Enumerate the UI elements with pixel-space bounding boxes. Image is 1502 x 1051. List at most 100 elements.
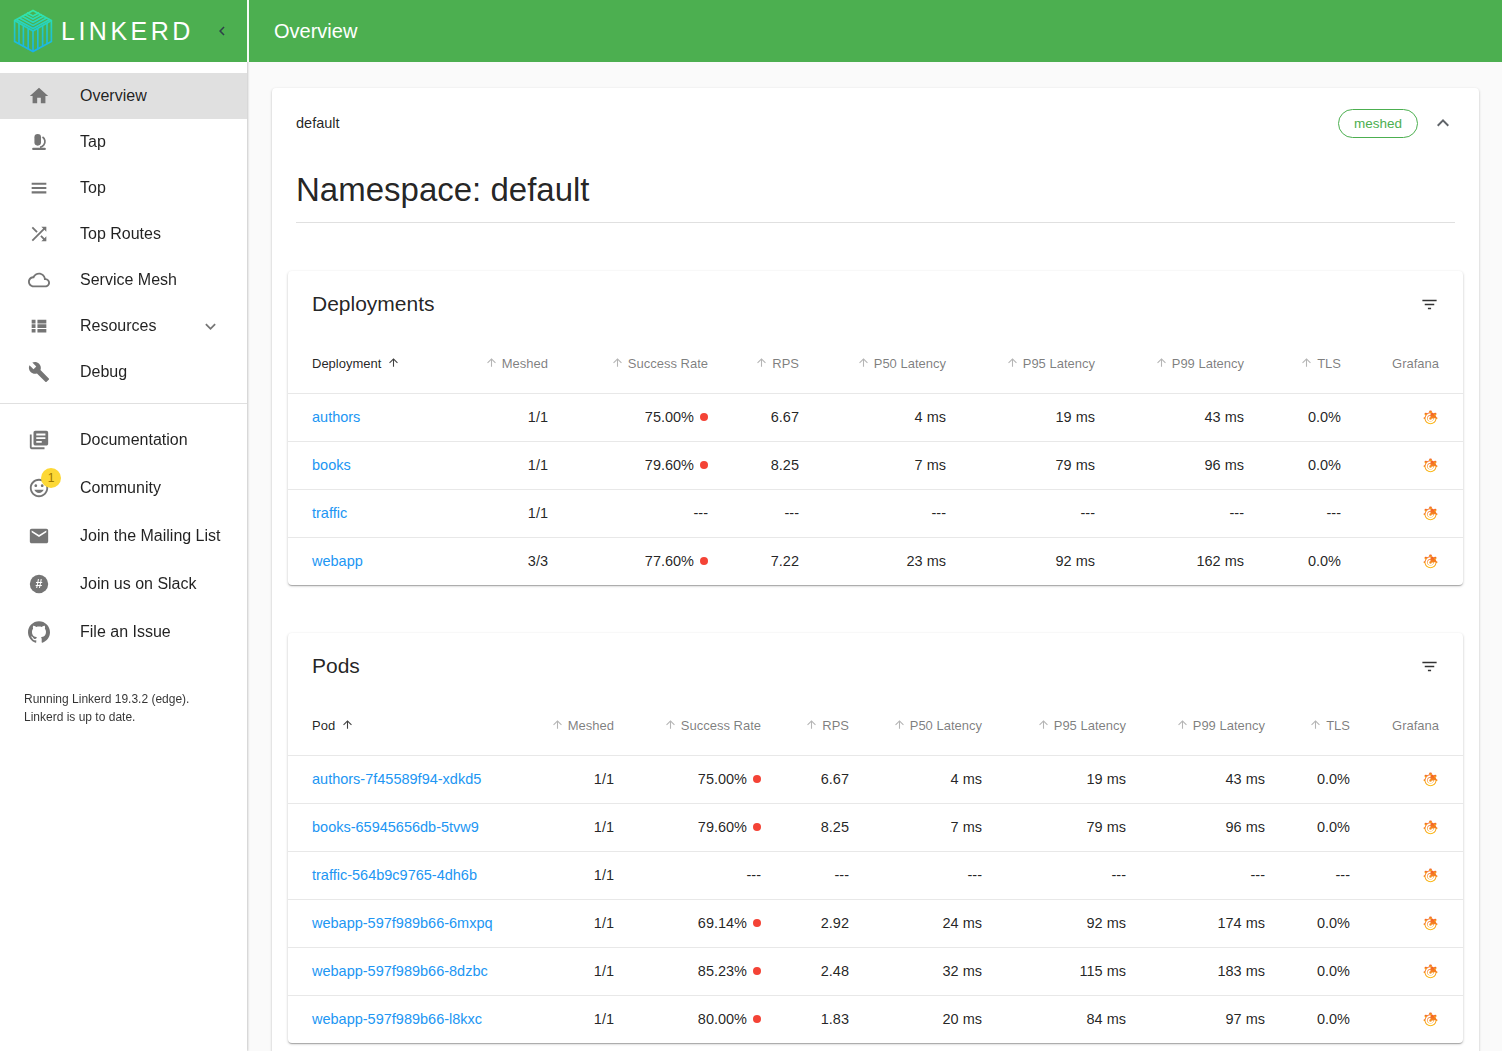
grafana-link-icon[interactable] [1422,818,1439,834]
chevron-down-icon[interactable] [200,316,221,337]
sidebar-item-overview[interactable]: Overview [0,73,247,119]
resource-name-cell: webapp-597f989b66-l8kxc [288,995,514,1043]
sort-arrow-icon [1037,718,1050,734]
sidebar-item-debug[interactable]: Debug [0,349,247,395]
sidebar-item-community[interactable]: 1Community [0,464,247,512]
meshed-cell: 1/1 [514,755,614,803]
sidebar-item-label: Debug [80,363,127,381]
success-rate-cell: 79.60% [548,441,708,489]
pods-card-header: Pods [288,633,1463,707]
status-dot [700,461,708,469]
appbar: Overview [247,0,1502,62]
p50-cell: 20 ms [849,995,982,1043]
p50-cell: 7 ms [799,441,946,489]
rps-cell: 1.83 [761,995,849,1043]
column-header-tls[interactable]: TLS [1265,707,1350,755]
sort-arrow-icon [551,718,564,734]
column-header-p99-latency[interactable]: P99 Latency [1095,345,1244,393]
pods-title: Pods [312,653,1420,679]
status-dot [753,1015,761,1023]
grafana-link-icon[interactable] [1422,1010,1439,1026]
meshed-cell: 1/1 [514,851,614,899]
p50-cell: 4 ms [799,393,946,441]
column-header-p95-latency[interactable]: P95 Latency [982,707,1126,755]
grafana-cell [1341,489,1463,537]
meshed-cell: 1/1 [514,803,614,851]
deployments-card: DeploymentsDeploymentMeshedSuccess RateR… [288,271,1463,585]
sort-arrow-icon [341,718,354,734]
column-header-p50-latency[interactable]: P50 Latency [799,345,946,393]
sidebar-collapse-icon[interactable] [213,22,231,40]
resource-name-cell: webapp [288,537,448,585]
home-icon [27,84,51,108]
sidebar-item-top[interactable]: Top [0,165,247,211]
column-header-meshed[interactable]: Meshed [514,707,614,755]
column-header-p95-latency[interactable]: P95 Latency [946,345,1095,393]
column-header-meshed[interactable]: Meshed [448,345,548,393]
p95-cell: 115 ms [982,947,1126,995]
sort-arrow-icon [387,356,400,372]
column-header-tls[interactable]: TLS [1244,345,1341,393]
grafana-link-icon[interactable] [1422,408,1439,424]
sidebar-item-documentation[interactable]: Documentation [0,416,247,464]
grafana-link-icon[interactable] [1422,552,1439,568]
success-rate-cell: 85.23% [614,947,761,995]
resource-link[interactable]: authors [312,409,360,425]
resource-link[interactable]: webapp-597f989b66-6mxpq [312,915,493,931]
resource-link[interactable]: webapp-597f989b66-8dzbc [312,963,488,979]
p95-cell: --- [982,851,1126,899]
resource-link[interactable]: books [312,457,351,473]
resource-name-cell: traffic [288,489,448,537]
collapse-namespace-icon[interactable] [1431,111,1455,135]
p99-cell: 43 ms [1095,393,1244,441]
sidebar-item-file-an-issue[interactable]: File an Issue [0,608,247,656]
p50-cell: --- [849,851,982,899]
column-header-deployment[interactable]: Deployment [288,345,448,393]
grafana-cell [1350,755,1463,803]
sidebar-item-tap[interactable]: Tap [0,119,247,165]
resource-link[interactable]: books-65945656db-5tvw9 [312,819,479,835]
namespace-divider [296,222,1455,223]
resource-link[interactable]: traffic-564b9c9765-4dh6b [312,867,477,883]
table-row: books-65945656db-5tvw91/179.60%8.257 ms7… [288,803,1463,851]
p50-cell: 4 ms [849,755,982,803]
table-row: webapp-597f989b66-l8kxc1/180.00%1.8320 m… [288,995,1463,1043]
column-header-grafana[interactable]: Grafana [1350,707,1463,755]
logo-text: LINKERD [61,17,213,46]
column-header-pod[interactable]: Pod [288,707,514,755]
sidebar-item-join-the-mailing-list[interactable]: Join the Mailing List [0,512,247,560]
column-header-rps[interactable]: RPS [761,707,849,755]
sidebar-item-top-routes[interactable]: Top Routes [0,211,247,257]
column-header-success-rate[interactable]: Success Rate [548,345,708,393]
grafana-link-icon[interactable] [1422,914,1439,930]
success-rate-cell: --- [614,851,761,899]
grafana-cell [1350,803,1463,851]
sidebar-item-service-mesh[interactable]: Service Mesh [0,257,247,303]
grafana-link-icon[interactable] [1422,456,1439,472]
grafana-link-icon[interactable] [1422,770,1439,786]
column-header-grafana[interactable]: Grafana [1341,345,1463,393]
resource-name-cell: books [288,441,448,489]
p99-cell: --- [1095,489,1244,537]
resource-link[interactable]: authors-7f45589f94-xdkd5 [312,771,481,787]
column-header-success-rate[interactable]: Success Rate [614,707,761,755]
sidebar-item-label: Documentation [80,431,188,449]
grafana-link-icon[interactable] [1422,866,1439,882]
sort-arrow-icon [1176,718,1189,734]
resource-link[interactable]: webapp-597f989b66-l8kxc [312,1011,482,1027]
column-header-p50-latency[interactable]: P50 Latency [849,707,982,755]
status-dot [700,413,708,421]
sidebar-item-label: Community [80,479,161,497]
sidebar-item-resources[interactable]: Resources [0,303,247,349]
grafana-link-icon[interactable] [1422,962,1439,978]
grafana-link-icon[interactable] [1422,504,1439,520]
sidebar-item-label: Overview [80,87,147,105]
filter-icon[interactable] [1420,657,1439,676]
resource-link[interactable]: traffic [312,505,347,521]
sidebar-item-join-us-on-slack[interactable]: #Join us on Slack [0,560,247,608]
sort-arrow-icon [755,356,768,372]
column-header-rps[interactable]: RPS [708,345,799,393]
filter-icon[interactable] [1420,295,1439,314]
resource-link[interactable]: webapp [312,553,363,569]
column-header-p99-latency[interactable]: P99 Latency [1126,707,1265,755]
